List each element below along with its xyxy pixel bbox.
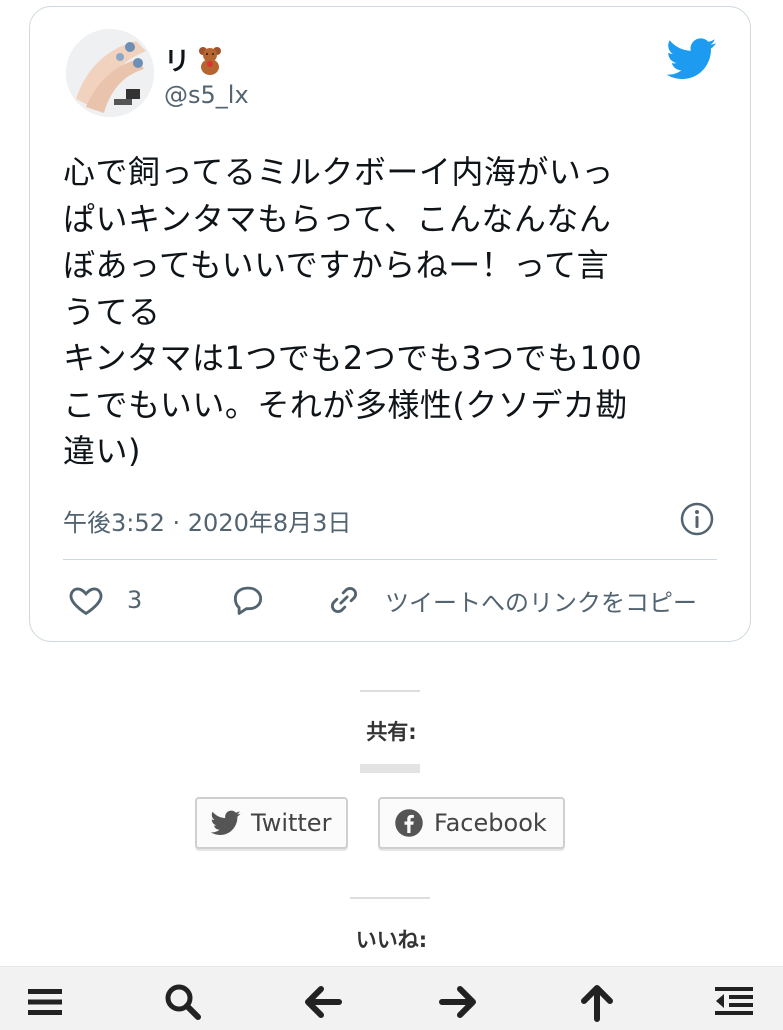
info-icon[interactable] [679, 501, 715, 537]
user-handle[interactable]: @s5_lx [164, 81, 249, 109]
tweet-line: ぱいキンタマもらって、こんなんなん [63, 199, 612, 238]
share-facebook-label: Facebook [434, 809, 547, 837]
link-icon [330, 586, 358, 614]
outdent-list-icon[interactable] [713, 981, 755, 1023]
reply-button[interactable] [229, 581, 267, 619]
arrow-left-icon[interactable] [301, 981, 343, 1023]
twitter-bird-icon [211, 810, 241, 835]
share-twitter-label: Twitter [251, 809, 332, 837]
tweet-line: こでもいい。それが多様性(クソデカ勘 [63, 385, 628, 424]
tweet-line: うてる [63, 292, 161, 331]
display-name[interactable]: リ [164, 41, 224, 78]
like-button[interactable]: 3 [67, 581, 142, 619]
share-facebook-button[interactable]: Facebook [378, 797, 565, 849]
bottom-toolbar [0, 966, 783, 1030]
reply-bubble-icon [233, 586, 263, 615]
facebook-icon [395, 809, 423, 837]
divider [63, 559, 717, 560]
tweet-line: 違い) [63, 432, 141, 470]
tweet-line: ぼあってもいいですからねー！って言 [63, 246, 610, 284]
copy-link-label: ツイートへのリンクをコピー [385, 588, 697, 617]
heart-icon [69, 587, 103, 616]
tweet-actions: 3 ツイートへのリンクをコピー [63, 581, 753, 625]
arrow-right-icon[interactable] [438, 981, 480, 1023]
menu-icon[interactable] [24, 981, 66, 1023]
like-count: 3 [127, 586, 143, 614]
tweet-timestamp[interactable]: 午後3:52 · 2020年8月3日 [63, 503, 351, 538]
share-heading: 共有: [366, 720, 417, 744]
search-icon[interactable] [162, 981, 204, 1023]
embedded-tweet-card[interactable]: リ @s5_lx 心で飼ってるミルクボーイ内海がいっ ぱいキンタマもらって、こん… [29, 6, 751, 642]
share-twitter-button[interactable]: Twitter [195, 797, 348, 849]
avatar[interactable] [66, 29, 154, 117]
display-name-text: リ [164, 47, 191, 77]
twitter-bird-icon[interactable] [666, 38, 717, 80]
section-separator [360, 690, 420, 692]
share-underline [360, 764, 420, 773]
section-separator [350, 897, 430, 899]
arrow-up-icon[interactable] [576, 981, 618, 1023]
tweet-line: 心で飼ってるミルクボーイ内海がいっ [63, 153, 614, 191]
copy-link-button[interactable]: ツイートへのリンクをコピー [325, 581, 697, 619]
likes-heading: いいね: [355, 928, 428, 952]
tweet-text: 心で飼ってるミルクボーイ内海がいっ ぱいキンタマもらって、こんなんなん ぼあって… [63, 149, 733, 475]
tweet-line: キンタマは1つでも2つでも3つでも100 [63, 339, 643, 377]
teddy-bear-icon [196, 45, 224, 75]
